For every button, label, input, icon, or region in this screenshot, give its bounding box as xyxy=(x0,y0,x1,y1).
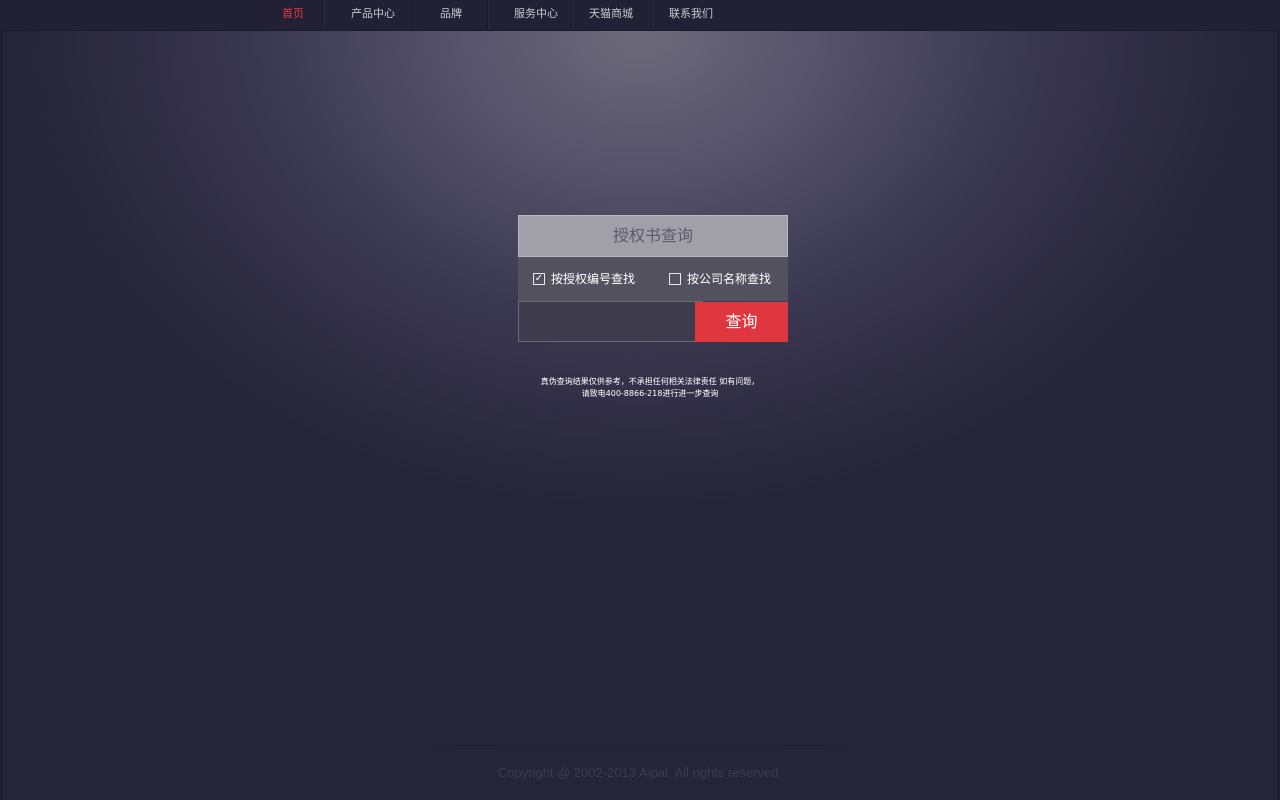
nav-item-tmall[interactable]: 天猫商城 xyxy=(578,0,644,30)
nav-separator xyxy=(322,0,323,30)
nav-separator xyxy=(571,0,572,30)
nav-item-service[interactable]: 服务中心 xyxy=(503,0,569,30)
left-edge xyxy=(0,30,3,800)
nav-separator xyxy=(413,0,414,30)
option-by-company-name[interactable]: 按公司名称查找 xyxy=(669,270,784,288)
authorization-query-panel: 授权书查询 ✓ 按授权编号查找 按公司名称查找 查询 xyxy=(518,215,788,342)
query-title: 授权书查询 xyxy=(518,215,788,257)
nav-item-brand[interactable]: 品牌 xyxy=(428,0,474,30)
disclaimer-line-1: 真伪查询结果仅供参考，不承担任何相关法律责任 如有问题， xyxy=(540,377,760,386)
disclaimer-line-2: 请致电400-8866-218进行进一步查询 xyxy=(581,389,719,398)
option-by-auth-number[interactable]: ✓ 按授权编号查找 xyxy=(533,270,653,288)
search-mode-options: ✓ 按授权编号查找 按公司名称查找 xyxy=(518,257,788,301)
option-label: 按公司名称查找 xyxy=(687,272,772,286)
nav-item-home[interactable]: 首页 xyxy=(268,0,318,30)
option-label: 按授权编号查找 xyxy=(551,272,636,286)
nav-item-contact[interactable]: 联系我们 xyxy=(658,0,724,30)
background-glow xyxy=(0,0,1280,800)
query-button[interactable]: 查询 xyxy=(695,302,788,342)
footer-divider xyxy=(370,745,910,746)
footer-copyright: Copyright @ 2002-2013 Aipal. All rights … xyxy=(497,765,783,780)
checkbox-checked-icon[interactable]: ✓ xyxy=(533,273,545,285)
nav-separator xyxy=(651,0,652,30)
nav-item-products[interactable]: 产品中心 xyxy=(338,0,408,30)
query-input[interactable] xyxy=(518,301,703,342)
nav-separator xyxy=(487,0,488,30)
top-nav: 首页 产品中心 品牌 服务中心 天猫商城 联系我们 xyxy=(0,0,1280,31)
checkbox-unchecked-icon[interactable] xyxy=(669,273,681,285)
disclaimer-notice: 真伪查询结果仅供参考，不承担任何相关法律责任 如有问题， 请致电400-8866… xyxy=(500,376,800,400)
